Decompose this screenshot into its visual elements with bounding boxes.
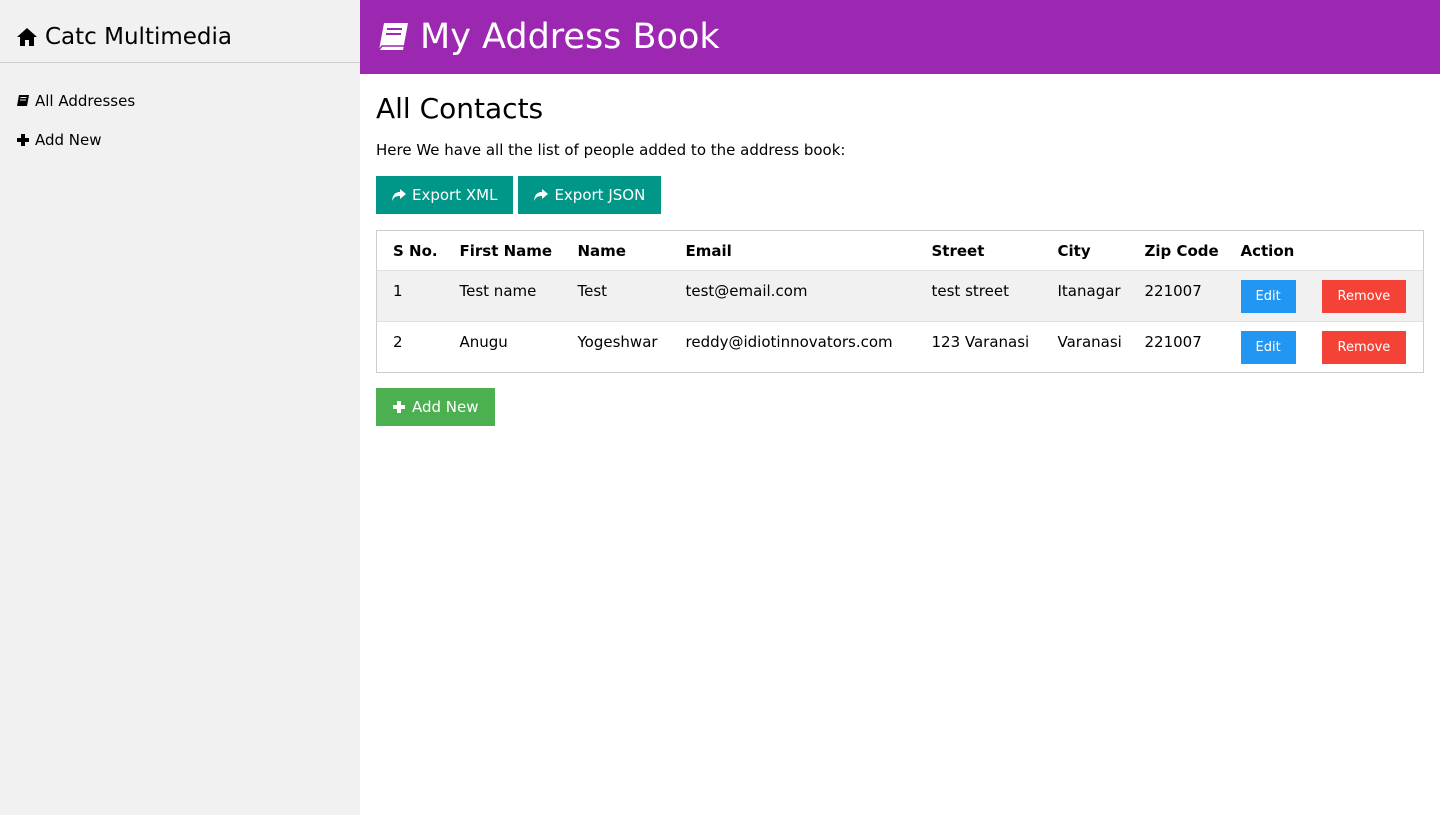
cell-email: test@email.com [685, 282, 808, 300]
book-icon [16, 94, 30, 108]
sidebar-item-label: Add New [35, 130, 102, 149]
edit-button[interactable]: Edit [1240, 280, 1296, 313]
cell-email: reddy@idiotinnovators.com [685, 333, 893, 351]
sidebar-item-label: All Addresses [35, 91, 136, 110]
sidebar-item-all-addresses[interactable]: All Addresses [0, 81, 360, 120]
export-xml-label: Export XML [412, 186, 498, 204]
brand[interactable]: Catc Multimedia [0, 0, 360, 63]
add-new-label: Add New [412, 398, 479, 416]
header-email: Email [685, 241, 732, 260]
plus-icon [392, 400, 406, 414]
plus-icon [16, 133, 30, 147]
header-spacer [1306, 231, 1424, 271]
cell-remove: Remove [1306, 271, 1424, 322]
remove-button[interactable]: Remove [1321, 280, 1407, 313]
header-street: Street [931, 241, 985, 260]
add-row: Add New [376, 388, 1424, 426]
share-icon [392, 188, 406, 202]
export-xml-button[interactable]: Export XML [376, 176, 514, 214]
cell-remove: Remove [1306, 322, 1424, 373]
header-name: Name [577, 241, 626, 260]
table-row: 2 Anugu Yogeshwar reddy@idiotinnovators.… [376, 321, 1424, 373]
export-json-label: Export JSON [554, 186, 646, 204]
book-icon [376, 20, 410, 54]
header-action: Action [1240, 241, 1295, 260]
content: All Contacts Here We have all the list o… [360, 92, 1440, 426]
cell-street: 123 Varanasi [931, 333, 1030, 351]
cell-first-name: Anugu [459, 333, 508, 351]
page-title: All Contacts [376, 92, 544, 125]
sidebar: Catc Multimedia All Addresses Add New [0, 0, 360, 815]
page-header: My Address Book [360, 0, 1440, 74]
cell-zip: 221007 [1144, 282, 1202, 300]
header-city: City [1057, 241, 1091, 260]
remove-button[interactable]: Remove [1321, 331, 1407, 364]
intro-text: Here We have all the list of people adde… [376, 141, 846, 159]
cell-street: test street [931, 282, 1009, 300]
cell-edit: Edit [1225, 271, 1306, 322]
sidebar-nav: All Addresses Add New [0, 63, 360, 159]
contacts-table: S No. First Name Name Email Street City … [376, 230, 1424, 373]
cell-sno: 1 [393, 282, 403, 300]
export-json-button[interactable]: Export JSON [518, 176, 662, 214]
edit-button[interactable]: Edit [1240, 331, 1296, 364]
header-zip: Zip Code [1144, 241, 1219, 260]
cell-zip: 221007 [1144, 333, 1202, 351]
add-new-button[interactable]: Add New [376, 388, 495, 426]
cell-first-name: Test name [459, 282, 537, 300]
home-icon [16, 26, 38, 48]
header-title: My Address Book [420, 17, 720, 57]
table-row: 1 Test name Test test@email.com test str… [376, 270, 1424, 322]
cell-name: Yogeshwar [577, 333, 658, 351]
cell-name: Test [577, 282, 608, 300]
sidebar-item-add-new[interactable]: Add New [0, 120, 360, 159]
cell-city: Itanagar [1057, 282, 1121, 300]
cell-sno: 2 [393, 333, 403, 351]
brand-label: Catc Multimedia [45, 24, 232, 50]
share-icon [534, 188, 549, 202]
table-header-row: S No. First Name Name Email Street City … [377, 231, 1424, 271]
main-area: My Address Book All Contacts Here We hav… [360, 0, 1440, 815]
export-actions: Export XML Export JSON [376, 176, 1424, 214]
header-sno: S No. [393, 241, 438, 260]
cell-edit: Edit [1225, 322, 1306, 373]
header-first-name: First Name [459, 241, 553, 260]
cell-city: Varanasi [1057, 333, 1122, 351]
